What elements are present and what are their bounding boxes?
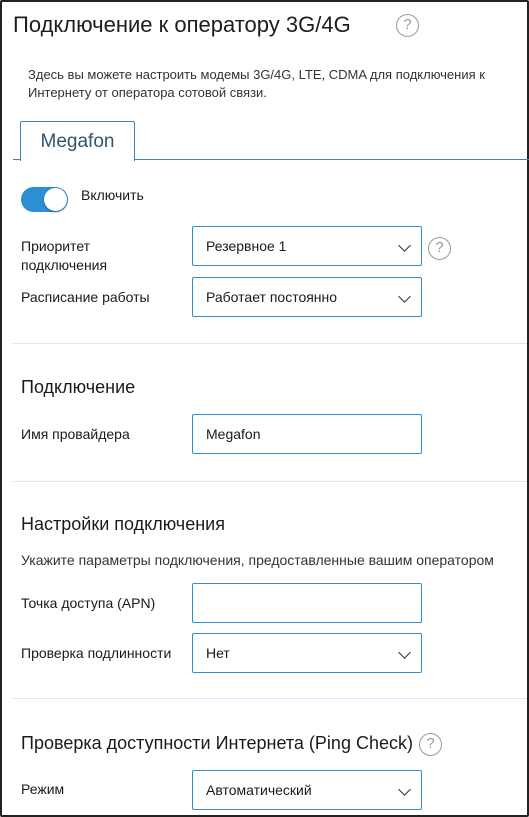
chevron-down-icon: [398, 290, 411, 303]
section-heading-settings: Настройки подключения: [21, 514, 225, 534]
section-divider: [13, 481, 527, 482]
help-icon[interactable]: ?: [396, 14, 419, 37]
priority-label: Приоритет подключения: [21, 238, 108, 273]
schedule-label: Расписание работы: [21, 289, 150, 305]
tab-megafon[interactable]: Megafon: [20, 121, 135, 161]
help-icon[interactable]: ?: [428, 237, 451, 260]
mode-value: Автоматический: [206, 782, 312, 798]
auth-select[interactable]: Нет: [192, 633, 422, 673]
page-description: Здесь вы можете настроить модемы 3G/4G, …: [28, 67, 485, 100]
toggle-knob: [44, 188, 67, 211]
provider-input[interactable]: Megafon: [192, 414, 422, 454]
provider-label: Имя провайдера: [21, 426, 130, 442]
section-heading-ping-check: Проверка доступности Интернета (Ping Che…: [21, 733, 413, 753]
settings-description: Укажите параметры подключения, предостав…: [21, 552, 494, 568]
chevron-down-icon: [398, 783, 411, 796]
auth-value: Нет: [206, 645, 230, 661]
provider-value: Megafon: [206, 426, 261, 442]
apn-label: Точка доступа (APN): [21, 595, 156, 611]
section-divider: [13, 698, 527, 699]
chevron-down-icon: [398, 239, 411, 252]
priority-value: Резервное 1: [206, 238, 287, 254]
page-title: Подключение к оператору 3G/4G: [13, 12, 351, 37]
mode-label: Режим: [21, 781, 65, 797]
schedule-value: Работает постоянно: [206, 289, 338, 305]
enable-toggle[interactable]: [21, 187, 68, 212]
schedule-select[interactable]: Работает постоянно: [192, 277, 422, 317]
priority-select[interactable]: Резервное 1: [192, 226, 422, 266]
mode-select[interactable]: Автоматический: [192, 770, 422, 810]
auth-label: Проверка подлинности: [21, 645, 172, 661]
section-divider: [13, 343, 527, 344]
chevron-down-icon: [398, 646, 411, 659]
section-heading-connection: Подключение: [21, 377, 136, 397]
tab-underline: [134, 159, 529, 160]
apn-input[interactable]: [192, 583, 422, 623]
enable-label: Включить: [81, 187, 144, 203]
help-icon[interactable]: ?: [419, 733, 442, 756]
